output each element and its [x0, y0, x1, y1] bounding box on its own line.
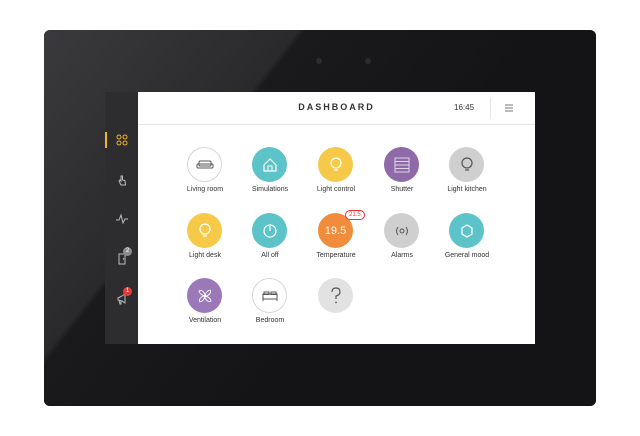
tile-circle: [252, 213, 287, 248]
screen: 2 1 DASHBOARD 16:45 Living room Simulati…: [105, 92, 535, 344]
tile-all-off[interactable]: All off: [235, 213, 305, 269]
house-icon: [262, 157, 277, 172]
tile-living-room[interactable]: Living room: [170, 147, 240, 203]
tile-circle: [187, 147, 222, 182]
tile-label: Alarms: [391, 252, 413, 259]
fan-icon: [197, 288, 212, 303]
shutter-icon: [394, 157, 409, 172]
tile-simulations[interactable]: Simulations: [235, 147, 305, 203]
tile-label: Light kitchen: [447, 186, 487, 193]
bulb-icon: [460, 156, 473, 171]
tile-label: Living room: [186, 186, 224, 193]
sidebar-item-alerts[interactable]: 1: [105, 287, 138, 310]
tile-label: Shutter: [390, 186, 414, 193]
tile-circle: [384, 213, 419, 248]
grid-icon: [116, 134, 127, 146]
tile-label: Light control: [316, 186, 356, 193]
question-icon: [330, 286, 341, 303]
notification-badge: 2: [123, 247, 132, 256]
hand-touch-icon: [117, 175, 126, 186]
tile-circle: [318, 278, 353, 313]
tile-label: All off: [261, 252, 279, 259]
sidebar: 2 1: [105, 92, 138, 344]
tile-label: Ventilation: [188, 317, 222, 324]
sensor-dot: [316, 58, 322, 64]
sidebar-item-dashboard[interactable]: [105, 129, 138, 151]
tile-temperature[interactable]: 19.5 21.5 Temperature: [301, 210, 371, 269]
tile-light-control[interactable]: Light control: [301, 147, 371, 203]
tile-label: Light desk: [189, 252, 221, 259]
bulb-icon: [329, 156, 342, 171]
tile-circle: [449, 213, 484, 248]
setpoint-badge: 21.5: [345, 210, 365, 220]
tile-alarms[interactable]: Alarms: [367, 213, 437, 269]
page-title: DASHBOARD: [298, 102, 375, 112]
tile-circle: [252, 278, 287, 313]
tile-shutter[interactable]: Shutter: [367, 147, 437, 203]
tile-circle: [449, 147, 484, 182]
clock: 16:45: [454, 103, 475, 112]
divider: [490, 98, 491, 119]
tile-circle: [187, 278, 222, 313]
pulse-icon: [115, 213, 128, 225]
tile-label: Bedroom: [255, 317, 285, 324]
tile-bedroom[interactable]: Bedroom: [235, 278, 305, 334]
tile-label: General mood: [444, 252, 490, 259]
notification-badge: 1: [123, 287, 132, 296]
alarm-icon: [395, 226, 408, 235]
tile-circle: [187, 213, 222, 248]
tile-general-mood[interactable]: General mood: [432, 213, 502, 269]
bulb-icon: [198, 222, 211, 237]
tile-label: Temperature: [316, 252, 356, 259]
bed-icon: [262, 291, 277, 301]
menu-icon[interactable]: [504, 103, 514, 113]
sidebar-item-touch[interactable]: [105, 169, 138, 191]
sidebar-item-activity[interactable]: [105, 208, 138, 230]
tile-circle: [318, 147, 353, 182]
sidebar-item-doors[interactable]: 2: [105, 247, 138, 270]
sensor-dot: [365, 58, 371, 64]
power-icon: [262, 223, 277, 238]
tile-light-kitchen[interactable]: Light kitchen: [432, 147, 502, 203]
tile-ventilation[interactable]: Ventilation: [170, 278, 240, 334]
tile-label: Simulations: [251, 186, 289, 193]
tile-circle: [252, 147, 287, 182]
hexagon-icon: [460, 223, 473, 238]
top-bar: DASHBOARD 16:45: [138, 92, 535, 125]
tile-circle: [384, 147, 419, 182]
temperature-value: 19.5: [324, 224, 347, 237]
tile-unknown[interactable]: [301, 278, 371, 334]
tile-light-desk[interactable]: Light desk: [170, 213, 240, 269]
sofa-icon: [196, 160, 213, 168]
